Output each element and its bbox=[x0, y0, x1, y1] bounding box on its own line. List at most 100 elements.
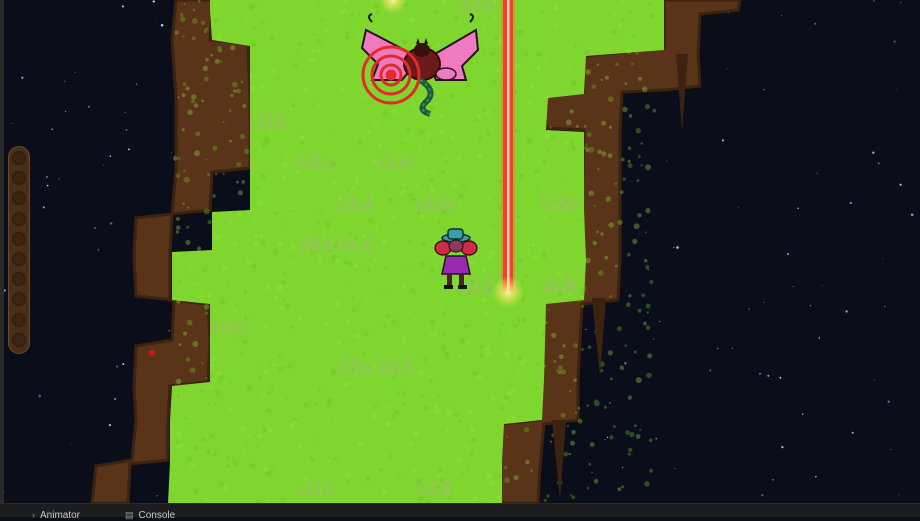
star bbox=[911, 214, 914, 217]
star bbox=[772, 479, 774, 481]
star bbox=[887, 400, 889, 402]
stamina-pip bbox=[12, 333, 26, 347]
star bbox=[125, 129, 127, 131]
stamina-pip bbox=[12, 151, 26, 165]
star bbox=[817, 173, 818, 174]
stamina-pip bbox=[12, 272, 26, 286]
star bbox=[882, 258, 883, 259]
star bbox=[75, 72, 76, 73]
star bbox=[155, 18, 156, 19]
star bbox=[675, 468, 676, 469]
star bbox=[21, 77, 23, 79]
stamina-pip bbox=[12, 292, 26, 306]
star bbox=[722, 139, 724, 141]
star bbox=[122, 5, 124, 7]
game-viewport[interactable] bbox=[0, 0, 920, 503]
star bbox=[896, 89, 897, 90]
star bbox=[653, 339, 654, 340]
star bbox=[98, 249, 100, 251]
star bbox=[732, 348, 733, 349]
stamina-pip bbox=[12, 171, 26, 185]
star bbox=[673, 247, 674, 248]
star bbox=[666, 160, 667, 161]
stamina-pip bbox=[12, 191, 26, 205]
star bbox=[898, 494, 899, 495]
star bbox=[109, 424, 111, 426]
star bbox=[122, 363, 124, 365]
star bbox=[814, 23, 816, 25]
game-scene bbox=[0, 0, 920, 503]
star bbox=[43, 206, 45, 208]
console-icon: ▤ bbox=[125, 510, 134, 520]
star bbox=[136, 84, 137, 85]
star bbox=[659, 321, 660, 322]
star bbox=[156, 495, 158, 497]
tab-label: Animator bbox=[40, 510, 80, 521]
star bbox=[873, 0, 874, 1]
star bbox=[607, 437, 608, 438]
editor-bottom-panel: ›Animator ▤Console bbox=[0, 503, 920, 517]
star bbox=[850, 202, 852, 204]
star bbox=[802, 413, 803, 414]
star bbox=[622, 467, 623, 468]
stamina-pip bbox=[12, 232, 26, 246]
star bbox=[47, 185, 49, 187]
star bbox=[900, 2, 901, 3]
star bbox=[763, 89, 764, 90]
star bbox=[585, 329, 586, 330]
star bbox=[884, 306, 885, 307]
star bbox=[787, 253, 789, 255]
star bbox=[878, 163, 880, 165]
star bbox=[64, 81, 65, 82]
star bbox=[748, 308, 750, 310]
tab-console[interactable]: ▤Console bbox=[125, 510, 175, 521]
star bbox=[676, 246, 679, 249]
star bbox=[709, 369, 711, 371]
star bbox=[12, 123, 13, 124]
star bbox=[46, 176, 47, 177]
star bbox=[780, 377, 782, 379]
star bbox=[781, 15, 782, 16]
star bbox=[767, 375, 769, 377]
star bbox=[624, 362, 626, 364]
star bbox=[114, 398, 116, 400]
star bbox=[738, 207, 739, 208]
star bbox=[890, 449, 891, 450]
star bbox=[852, 432, 854, 434]
star bbox=[153, 0, 155, 2]
star bbox=[655, 438, 656, 439]
star bbox=[171, 152, 172, 153]
star bbox=[727, 68, 728, 69]
star bbox=[717, 348, 718, 349]
red-marker bbox=[149, 350, 155, 356]
star bbox=[793, 286, 794, 287]
stamina-pip bbox=[12, 212, 26, 226]
star bbox=[110, 222, 113, 225]
star bbox=[94, 227, 96, 229]
star bbox=[874, 380, 875, 381]
star bbox=[103, 165, 104, 166]
star bbox=[822, 285, 823, 286]
stamina-pip bbox=[12, 252, 26, 266]
star bbox=[900, 184, 902, 186]
star bbox=[88, 106, 90, 108]
viewport-border bbox=[0, 0, 4, 503]
star bbox=[764, 302, 765, 303]
star bbox=[845, 310, 847, 312]
star bbox=[58, 178, 59, 179]
tab-animator[interactable]: › Animator bbox=[32, 510, 80, 521]
stamina-pip bbox=[12, 313, 26, 327]
chevron-right-icon: › bbox=[32, 510, 35, 520]
star bbox=[116, 365, 118, 367]
star bbox=[65, 111, 66, 112]
star bbox=[38, 395, 41, 398]
star bbox=[161, 24, 164, 27]
star bbox=[604, 439, 605, 440]
star bbox=[648, 269, 649, 270]
star bbox=[815, 476, 816, 477]
star bbox=[759, 373, 761, 375]
star bbox=[797, 208, 799, 210]
star bbox=[592, 472, 593, 473]
star bbox=[872, 152, 874, 154]
star bbox=[169, 330, 170, 331]
